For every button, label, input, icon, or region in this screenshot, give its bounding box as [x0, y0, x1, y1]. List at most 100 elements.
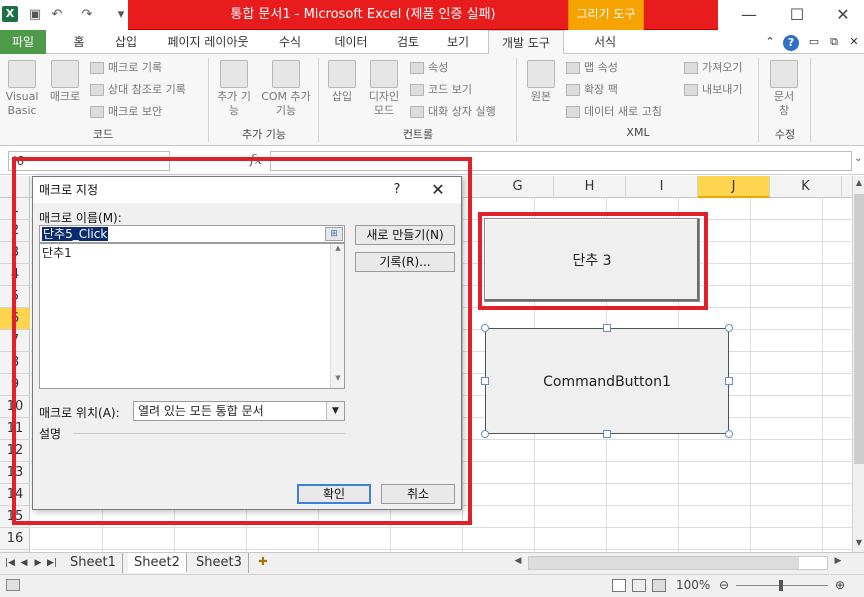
- tab-insert[interactable]: 삽입: [106, 30, 146, 54]
- close-window-icon[interactable]: ✕: [820, 2, 864, 28]
- resize-handle[interactable]: [725, 377, 733, 385]
- horizontal-scroll-thumb[interactable]: [529, 557, 799, 569]
- column-header-k[interactable]: K: [770, 176, 842, 198]
- relative-reference-button[interactable]: 상대 참조로 기록: [90, 80, 186, 100]
- maximize-icon[interactable]: ☐: [774, 2, 820, 28]
- group-separator: [318, 58, 319, 142]
- com-addins-button[interactable]: COM 추가 기능: [258, 60, 314, 118]
- scroll-down-icon[interactable]: ▼: [854, 538, 864, 550]
- save-icon[interactable]: ▣: [26, 6, 44, 24]
- com-addins-icon: [272, 60, 300, 88]
- next-sheet-icon[interactable]: ▶: [32, 556, 44, 570]
- xml-import-button[interactable]: 가져오기: [684, 58, 742, 78]
- warning-icon: [90, 106, 104, 118]
- workbook-restore-icon[interactable]: ⧉: [826, 30, 842, 54]
- resize-handle[interactable]: [725, 430, 733, 438]
- vertical-scrollbar[interactable]: ▲ ▼: [852, 176, 864, 552]
- group-separator: [758, 58, 759, 142]
- scroll-up-icon[interactable]: ▲: [854, 178, 864, 190]
- addins-label: 추가 기능: [217, 90, 251, 117]
- macro-button[interactable]: 매크로: [44, 60, 86, 104]
- resize-handle[interactable]: [603, 430, 611, 438]
- insert-sheet-icon[interactable]: ✚: [254, 555, 272, 571]
- collapse-ribbon-icon[interactable]: ⌃: [762, 30, 778, 54]
- properties-icon: [410, 62, 424, 74]
- visual-basic-button[interactable]: Visual Basic: [2, 60, 42, 118]
- excel-logo-icon[interactable]: X: [2, 6, 18, 22]
- relative-reference-icon: [90, 84, 104, 96]
- group-label-xml: XML: [626, 126, 650, 139]
- minimize-icon[interactable]: —: [726, 2, 772, 28]
- xml-export-button[interactable]: 내보내기: [684, 80, 742, 100]
- last-sheet-icon[interactable]: ▶|: [46, 556, 58, 570]
- run-dialog-icon: [410, 106, 424, 118]
- expand-formula-bar-icon[interactable]: ⌄: [854, 153, 864, 167]
- tab-home[interactable]: 홈: [66, 30, 92, 54]
- gear-icon: [220, 60, 248, 88]
- sheet-tab-sheet3[interactable]: Sheet3: [190, 553, 249, 573]
- group-separator: [516, 58, 517, 142]
- document-panel-button[interactable]: 문서 창: [764, 60, 804, 118]
- insert-control-button[interactable]: 삽입: [324, 60, 360, 104]
- highlight-box-dialog: [12, 157, 472, 525]
- map-properties-label: 맵 속성: [584, 61, 618, 74]
- tab-format[interactable]: 서식: [580, 30, 630, 54]
- xml-source-button[interactable]: 원본: [522, 60, 560, 104]
- group-label-addins: 추가 기능: [242, 128, 286, 141]
- addins-button[interactable]: 추가 기능: [216, 60, 252, 118]
- sheet-tab-sheet1[interactable]: Sheet1: [64, 553, 123, 573]
- normal-view-icon[interactable]: [612, 579, 626, 592]
- properties-button[interactable]: 속성: [410, 58, 448, 78]
- resize-handle[interactable]: [481, 377, 489, 385]
- view-code-button[interactable]: 코드 보기: [410, 80, 472, 100]
- zoom-in-icon[interactable]: ⊕: [834, 578, 846, 592]
- column-header-j[interactable]: J: [698, 176, 770, 198]
- column-header-g[interactable]: G: [482, 176, 554, 198]
- row-header[interactable]: 16: [0, 528, 30, 550]
- expansion-packs-icon: [566, 84, 580, 96]
- first-sheet-icon[interactable]: |◀: [4, 556, 16, 570]
- visual-basic-icon: [8, 60, 36, 88]
- page-layout-view-icon[interactable]: [632, 579, 646, 592]
- sheet-tab-sheet2[interactable]: Sheet2: [128, 553, 187, 573]
- workbook-minimize-icon[interactable]: ▭: [806, 30, 822, 54]
- horizontal-scroll-track[interactable]: [528, 556, 828, 570]
- macro-recording-icon[interactable]: [6, 579, 20, 591]
- tab-page-layout[interactable]: 페이지 레이아웃: [158, 30, 258, 54]
- resize-handle[interactable]: [725, 324, 733, 332]
- expansion-packs-button[interactable]: 확장 팩: [566, 80, 618, 100]
- zoom-level[interactable]: 100%: [676, 578, 710, 592]
- resize-handle[interactable]: [481, 430, 489, 438]
- resize-handle[interactable]: [603, 324, 611, 332]
- zoom-slider-thumb[interactable]: [779, 580, 783, 591]
- group-label-controls: 컨트롤: [402, 128, 434, 141]
- run-dialog-button[interactable]: 대화 상자 실행: [410, 102, 496, 122]
- tab-formulas[interactable]: 수식: [272, 30, 308, 54]
- prev-sheet-icon[interactable]: ◀: [18, 556, 30, 570]
- macro-security-button[interactable]: 매크로 보안: [90, 102, 162, 122]
- command-button-1[interactable]: CommandButton1: [485, 328, 729, 434]
- help-icon[interactable]: ?: [782, 30, 800, 54]
- tab-file[interactable]: 파일: [0, 30, 46, 54]
- map-properties-button[interactable]: 맵 속성: [566, 58, 618, 78]
- scroll-left-icon[interactable]: ◀: [512, 556, 524, 570]
- resize-handle[interactable]: [481, 324, 489, 332]
- column-header-h[interactable]: H: [554, 176, 626, 198]
- workbook-close-icon[interactable]: ✕: [846, 30, 862, 54]
- vertical-scroll-thumb[interactable]: [854, 194, 864, 464]
- zoom-out-icon[interactable]: ⊖: [718, 578, 730, 592]
- tab-data[interactable]: 데이터: [326, 30, 376, 54]
- redo-icon[interactable]: ↷: [78, 6, 96, 24]
- xml-source-icon: [527, 60, 555, 88]
- undo-icon[interactable]: ↶: [48, 6, 66, 24]
- design-mode-button[interactable]: 디자인 모드: [364, 60, 404, 118]
- tab-view[interactable]: 보기: [440, 30, 476, 54]
- refresh-data-button[interactable]: 데이터 새로 고침: [566, 102, 662, 122]
- tab-developer[interactable]: 개발 도구: [488, 30, 564, 55]
- page-break-view-icon[interactable]: [652, 579, 666, 592]
- column-header-i[interactable]: I: [626, 176, 698, 198]
- tab-review[interactable]: 검토: [390, 30, 426, 54]
- scroll-right-icon[interactable]: ▶: [832, 556, 844, 570]
- record-macro-button[interactable]: 매크로 기록: [90, 58, 162, 78]
- highlight-box-form-button: [478, 212, 708, 310]
